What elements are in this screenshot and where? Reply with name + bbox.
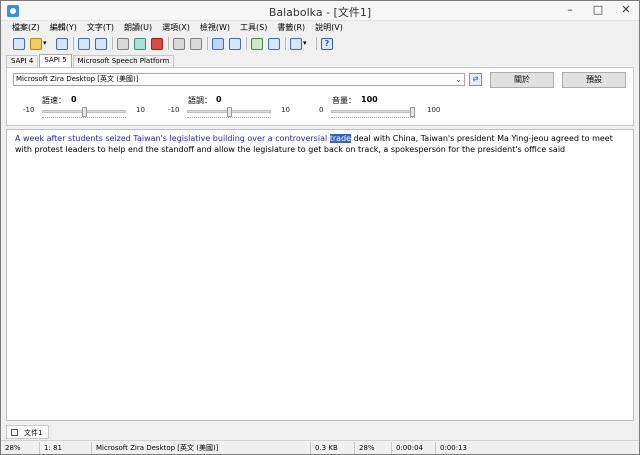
text-view-icon[interactable]: [212, 37, 224, 50]
menu-edit[interactable]: 編輯(Y): [45, 21, 82, 35]
pitch-slider[interactable]: [187, 107, 271, 119]
voice-refresh-icon[interactable]: ⇄: [469, 73, 482, 86]
toolbar-separator: [168, 37, 169, 50]
volume-value: 100: [361, 95, 378, 104]
about-button[interactable]: 關於: [490, 72, 554, 88]
tab-sapi4[interactable]: SAPI 4: [6, 55, 39, 67]
pause-icon[interactable]: [134, 37, 146, 50]
slider-ticks: [42, 117, 126, 119]
menu-options[interactable]: 選項(X): [157, 21, 195, 35]
menu-bookmarks[interactable]: 書籤(R): [272, 21, 310, 35]
rate-value: 0: [71, 95, 77, 104]
document-checkbox[interactable]: [11, 429, 18, 436]
document-tabs: 文件1: [6, 425, 634, 439]
volume-label: 音量：: [332, 96, 356, 105]
volume-slider[interactable]: [331, 107, 415, 119]
slider-ticks: [187, 117, 271, 119]
save-icon[interactable]: [56, 37, 68, 50]
rate-label: 語速：: [42, 96, 66, 105]
book-icon[interactable]: [268, 37, 280, 50]
default-button[interactable]: 預設: [562, 72, 626, 88]
toolbar-separator: [73, 37, 74, 50]
volume-max: 100: [427, 106, 441, 114]
current-word: trade: [329, 134, 352, 143]
open-dropdown-icon[interactable]: ▾: [43, 38, 51, 50]
spoken-text: A week after students seized Taiwan's le…: [15, 134, 330, 143]
voice-select-value: Microsoft Zira Desktop [英文 (美國)]: [16, 75, 139, 83]
toolbar-separator: [246, 37, 247, 50]
status-elapsed: 0:00:04: [392, 441, 436, 454]
menu-bar: 檔案(Z) 編輯(Y) 文字(T) 朗讀(U) 選項(X) 檢視(W) 工具(S…: [1, 21, 639, 35]
status-zoom: 28%: [1, 441, 40, 454]
new-document-icon[interactable]: [13, 37, 25, 50]
split-file-icon[interactable]: [173, 37, 185, 50]
editor-content[interactable]: A week after students seized Taiwan's le…: [15, 133, 629, 155]
join-file-icon[interactable]: [190, 37, 202, 50]
text-editor[interactable]: A week after students seized Taiwan's le…: [6, 129, 634, 421]
menu-text[interactable]: 文字(T): [82, 21, 119, 35]
title-bar[interactable]: Balabolka - [文件1] – □ ✕: [1, 1, 639, 21]
slider-thumb[interactable]: [82, 107, 87, 117]
tab-sapi5[interactable]: SAPI 5: [39, 54, 72, 67]
document-tab-label: 文件1: [24, 429, 43, 437]
help-icon[interactable]: ?: [321, 37, 333, 50]
menu-view[interactable]: 檢視(W): [195, 21, 235, 35]
document-tab[interactable]: 文件1: [6, 425, 49, 439]
rate-slider[interactable]: [42, 107, 126, 119]
toolbar-separator: [316, 37, 317, 50]
chevron-down-icon[interactable]: ⌄: [455, 74, 462, 85]
toolbar: ▾ ▾ ?: [1, 35, 639, 52]
voice-select[interactable]: Microsoft Zira Desktop [英文 (美國)] ⌄: [13, 73, 465, 86]
save-audio-icon[interactable]: [78, 37, 90, 50]
maximize-button[interactable]: □: [584, 1, 612, 19]
toolbar-separator: [285, 37, 286, 50]
voice-panel: Microsoft Zira Desktop [英文 (美國)] ⌄ ⇄ 關於 …: [6, 67, 634, 126]
pitch-value: 0: [216, 95, 222, 104]
status-bar: 28% 1: 81 Microsoft Zira Desktop [英文 (美國…: [1, 440, 639, 454]
status-voice: Microsoft Zira Desktop [英文 (美國)]: [92, 441, 311, 454]
close-button[interactable]: ✕: [612, 1, 640, 19]
pitch-max: 10: [281, 106, 290, 114]
slider-thumb[interactable]: [227, 107, 232, 117]
app-window: Balabolka - [文件1] – □ ✕ 檔案(Z) 編輯(Y) 文字(T…: [0, 0, 640, 455]
menu-file[interactable]: 檔案(Z): [7, 21, 45, 35]
bookmark-icon[interactable]: [229, 37, 241, 50]
play-icon[interactable]: [117, 37, 129, 50]
language-dropdown-icon[interactable]: ▾: [303, 38, 311, 50]
stop-icon[interactable]: [151, 37, 163, 50]
menu-speech[interactable]: 朗讀(U): [119, 21, 157, 35]
menu-help[interactable]: 說明(V): [310, 21, 348, 35]
language-icon[interactable]: [290, 37, 302, 50]
minimize-button[interactable]: –: [556, 1, 584, 19]
voice-toggle-icon[interactable]: [251, 37, 263, 50]
rate-min: -10: [23, 106, 35, 114]
save-audio-clip-icon[interactable]: [95, 37, 107, 50]
status-total: 0:00:13: [440, 443, 467, 452]
toolbar-separator: [207, 37, 208, 50]
status-progress: 28%: [355, 441, 392, 454]
open-folder-icon[interactable]: [30, 37, 42, 50]
menu-tools[interactable]: 工具(S): [235, 21, 272, 35]
status-position: 1: 81: [40, 441, 92, 454]
slider-thumb[interactable]: [410, 107, 415, 117]
rate-max: 10: [136, 106, 145, 114]
pitch-min: -10: [168, 106, 180, 114]
volume-min: 0: [319, 106, 324, 114]
window-title: Balabolka - [文件1]: [268, 6, 372, 19]
toolbar-separator: [112, 37, 113, 50]
slider-ticks: [331, 117, 415, 119]
engine-tabs: SAPI 4 SAPI 5 Microsoft Speech Platform: [6, 54, 175, 67]
pitch-label: 語調：: [188, 96, 212, 105]
tab-speech-platform[interactable]: Microsoft Speech Platform: [72, 55, 175, 67]
status-size: 0.3 KB: [311, 441, 355, 454]
slider-track: [331, 110, 415, 113]
